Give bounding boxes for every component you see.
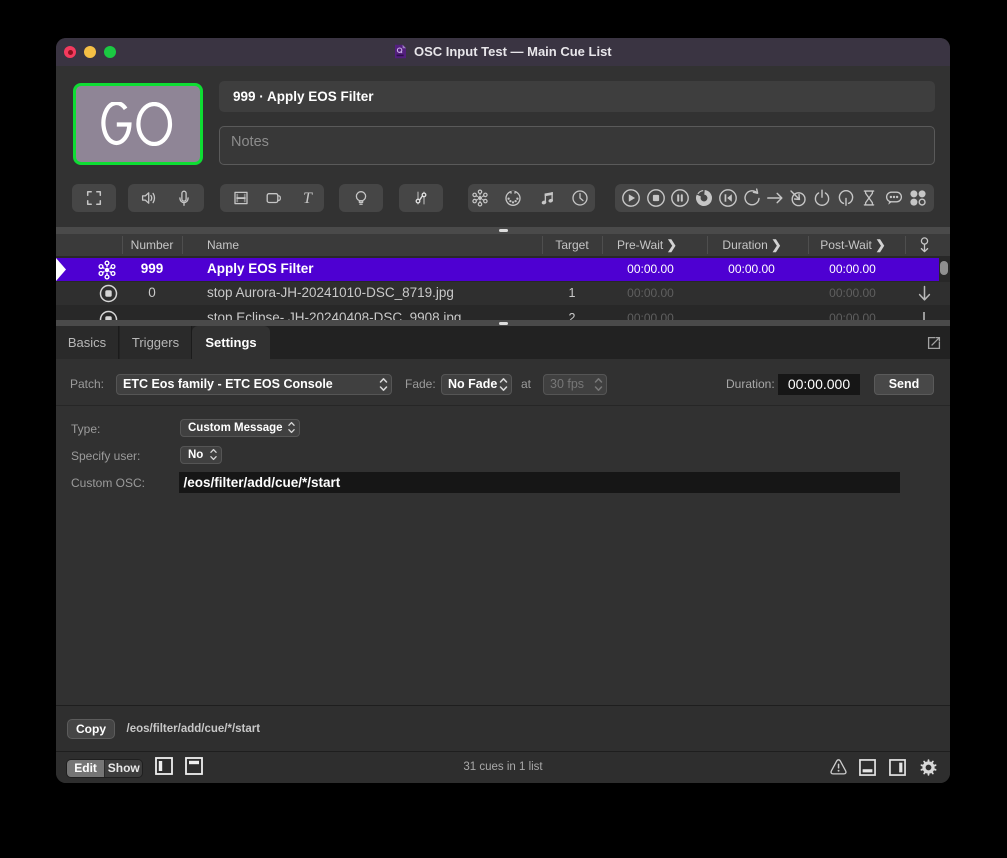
svg-text:T: T bbox=[303, 190, 313, 207]
